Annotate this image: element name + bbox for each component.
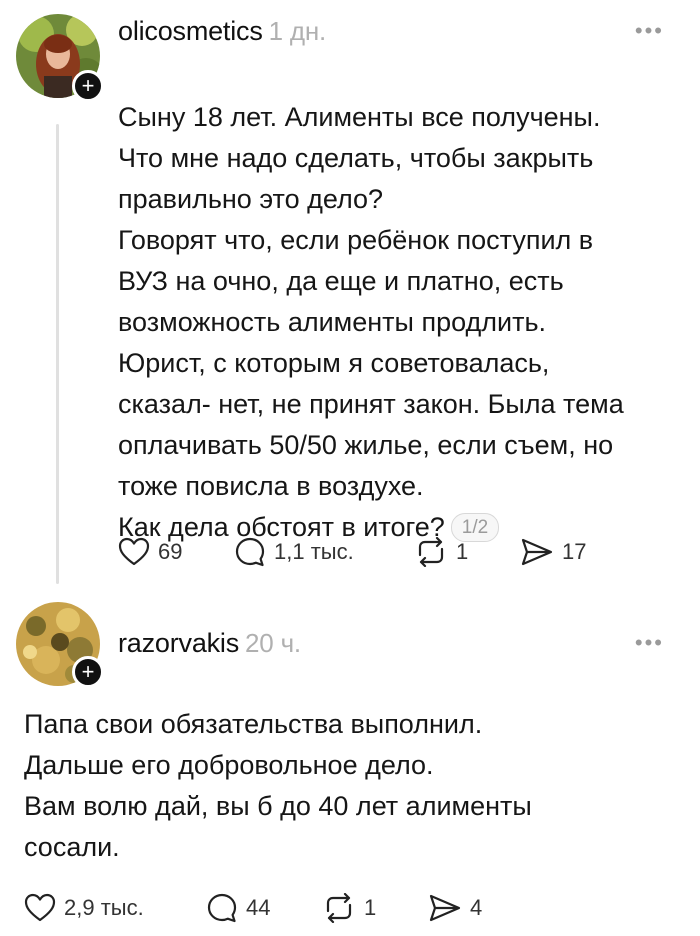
send-icon [429,894,461,922]
share-count: 4 [470,895,483,920]
comment-icon [207,893,237,923]
repost-count: 1 [364,895,377,920]
heart-icon [118,537,150,566]
reply-count: 1,1 тыс. [274,539,354,564]
reply-button[interactable]: 44 [206,892,270,924]
repost-icon [326,893,352,923]
post-body: Сыну 18 лет. Алименты все получены. Что … [118,102,624,501]
reply-count: 44 [246,895,271,920]
share-button[interactable]: 4 [428,893,482,923]
username[interactable]: olicosmetics 1 дн. [118,16,326,47]
username[interactable]: razorvakis 20 ч. [118,628,301,659]
share-button[interactable]: 17 [520,537,586,567]
post-text: Сыну 18 лет. Алименты все получены. Что … [118,56,688,589]
username-text[interactable]: olicosmetics [118,16,263,46]
post-text: Папа свои обязательства выполнил. Дальше… [24,709,532,862]
repost-button[interactable]: 1 [414,537,468,567]
follow-button[interactable]: + [72,70,104,102]
repost-icon [418,537,444,567]
post-olicosmetics: + olicosmetics 1 дн. ••• Сыну 18 лет. Али… [0,0,700,600]
comment-icon [235,537,265,567]
more-icon[interactable]: ••• [635,18,664,44]
send-icon [521,538,553,566]
thread-line [56,124,59,584]
follow-button[interactable]: + [72,656,104,688]
post-actions: 2,9 тыс. 44 1 4 [24,888,674,928]
username-text[interactable]: razorvakis [118,628,239,658]
post-razorvakis: + razorvakis 20 ч. ••• Папа свои обязател… [0,600,700,936]
more-icon[interactable]: ••• [635,630,664,656]
reply-button[interactable]: 1,1 тыс. [234,536,354,568]
like-count: 2,9 тыс. [64,895,144,920]
like-count: 69 [158,539,183,564]
repost-button[interactable]: 1 [322,893,376,923]
like-button[interactable]: 2,9 тыс. [24,893,144,923]
repost-count: 1 [456,539,469,564]
post-actions: 69 1,1 тыс. 1 17 [118,532,678,572]
heart-icon [24,893,56,922]
post-time: 1 дн. [268,16,327,46]
share-count: 17 [562,539,587,564]
like-button[interactable]: 69 [118,537,182,567]
post-time: 20 ч. [245,628,301,658]
